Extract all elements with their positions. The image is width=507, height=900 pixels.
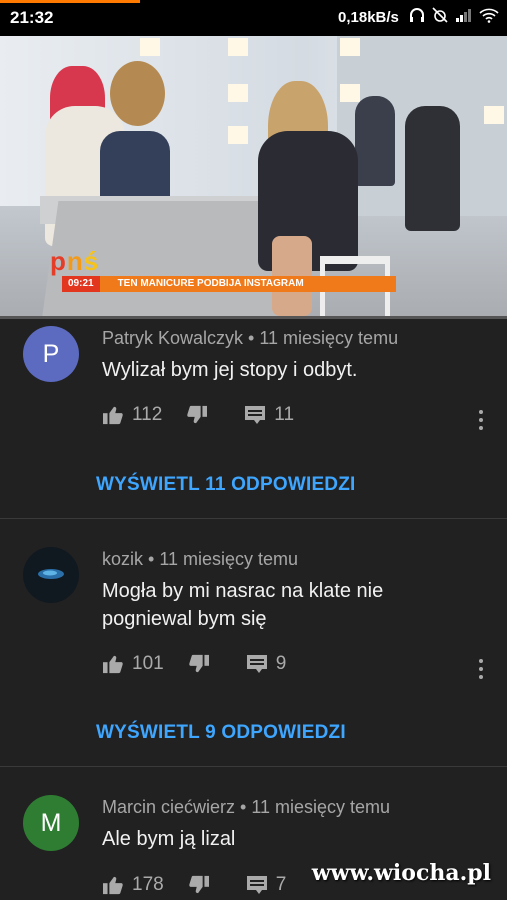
reply-button[interactable]: 11 xyxy=(244,404,294,426)
comment-icon xyxy=(246,876,267,894)
like-count: 178 xyxy=(132,874,164,895)
like-button[interactable]: 178 xyxy=(102,874,164,896)
thumb-up-icon xyxy=(103,876,123,895)
more-options-icon[interactable] xyxy=(477,657,485,681)
watermark: www.wiocha.pl xyxy=(311,860,491,886)
comment-text: Mogła by mi nasrac na klate nie pogniewa… xyxy=(102,580,384,630)
signal-icon xyxy=(456,9,471,22)
divider xyxy=(0,518,507,519)
dislike-button[interactable] xyxy=(186,405,208,425)
avatar-letter: P xyxy=(42,339,60,368)
avatar[interactable]: P xyxy=(23,326,79,382)
comment-meta: Patryk Kowalczyk • 11 miesięcy temu xyxy=(102,328,398,349)
thumb-up-icon xyxy=(103,406,123,425)
headphones-icon xyxy=(410,8,424,22)
comment-time: 11 miesięcy temu xyxy=(251,797,391,817)
dislike-button[interactable] xyxy=(188,654,210,674)
status-time: 21:32 xyxy=(10,8,54,27)
comment-actions: 101 9 xyxy=(102,653,286,675)
comment-author[interactable]: kozik xyxy=(102,549,143,569)
video-figure xyxy=(355,96,395,186)
channel-logo: pnś xyxy=(50,246,99,277)
alarm-off-icon xyxy=(432,7,448,23)
wifi-icon xyxy=(479,8,499,23)
divider xyxy=(0,766,507,767)
lamp-bulb xyxy=(340,38,360,56)
comment-text: Ale bym ją lizal xyxy=(102,828,236,850)
like-button[interactable]: 101 xyxy=(102,653,164,675)
thumb-down-icon xyxy=(187,405,208,424)
reply-count: 11 xyxy=(274,404,295,425)
download-indicator xyxy=(0,0,140,3)
avatar-image-icon xyxy=(38,569,64,579)
thumb-down-icon xyxy=(188,875,209,894)
network-speed: 0,18kB/s xyxy=(338,9,399,26)
ticker-text: TEN MANICURE PODBIJA INSTAGRAM xyxy=(99,276,396,292)
video-figure xyxy=(405,106,460,231)
video-figure-hair xyxy=(110,61,165,126)
avatar[interactable] xyxy=(23,547,79,603)
reply-button[interactable]: 7 xyxy=(246,874,287,896)
status-icons xyxy=(409,7,499,23)
comment-actions: 178 7 xyxy=(102,874,286,896)
like-count: 101 xyxy=(132,653,164,674)
comment-icon xyxy=(246,655,267,673)
comment-author[interactable]: Marcin ciećwierz xyxy=(102,797,235,817)
logo-letter: n xyxy=(66,246,84,276)
lamp-bulb xyxy=(484,106,504,124)
comment-text: Wylizał bym jej stopy i odbyt. xyxy=(102,359,358,381)
meta-separator: • xyxy=(235,797,252,817)
lamp-bulb xyxy=(228,84,248,102)
lamp-bulb xyxy=(140,38,160,56)
status-bar: 21:32 0,18kB/s xyxy=(0,0,507,36)
lamp-bulb xyxy=(228,38,248,56)
video-progress-bar[interactable] xyxy=(0,316,507,319)
lamp-bulb xyxy=(340,84,360,102)
more-options-icon[interactable] xyxy=(477,408,485,432)
comment-meta: Marcin ciećwierz • 11 miesięcy temu xyxy=(102,797,390,818)
logo-letter: p xyxy=(50,246,67,276)
comment-time: 11 miesięcy temu xyxy=(259,328,399,348)
avatar-letter: M xyxy=(40,808,62,837)
reply-count: 9 xyxy=(275,653,287,674)
lamp-bulb xyxy=(228,126,248,144)
logo-letter: ś xyxy=(83,246,100,276)
comment-actions: 112 11 xyxy=(102,404,294,426)
like-button[interactable]: 112 xyxy=(102,404,162,426)
thumb-down-icon xyxy=(188,654,209,673)
dislike-button[interactable] xyxy=(188,875,210,895)
reply-count: 7 xyxy=(275,874,287,895)
video-player[interactable]: pnś 09:21 TEN MANICURE PODBIJA INSTAGRAM xyxy=(0,36,507,318)
avatar[interactable]: M xyxy=(23,795,79,851)
news-ticker: 09:21 TEN MANICURE PODBIJA INSTAGRAM xyxy=(62,276,396,292)
comment-time: 11 miesięcy temu xyxy=(159,549,299,569)
comment-icon xyxy=(245,406,266,424)
comment-author[interactable]: Patryk Kowalczyk xyxy=(102,328,243,348)
meta-separator: • xyxy=(143,549,160,569)
meta-separator: • xyxy=(243,328,260,348)
comment-meta: kozik • 11 miesięcy temu xyxy=(102,549,298,570)
view-replies-button[interactable]: WYŚWIETL 9 ODPOWIEDZI xyxy=(96,722,346,744)
reply-button[interactable]: 9 xyxy=(246,653,287,675)
thumb-up-icon xyxy=(103,655,123,674)
ticker-time: 09:21 xyxy=(62,276,100,292)
like-count: 112 xyxy=(132,404,163,425)
view-replies-button[interactable]: WYŚWIETL 11 ODPOWIEDZI xyxy=(96,474,356,496)
